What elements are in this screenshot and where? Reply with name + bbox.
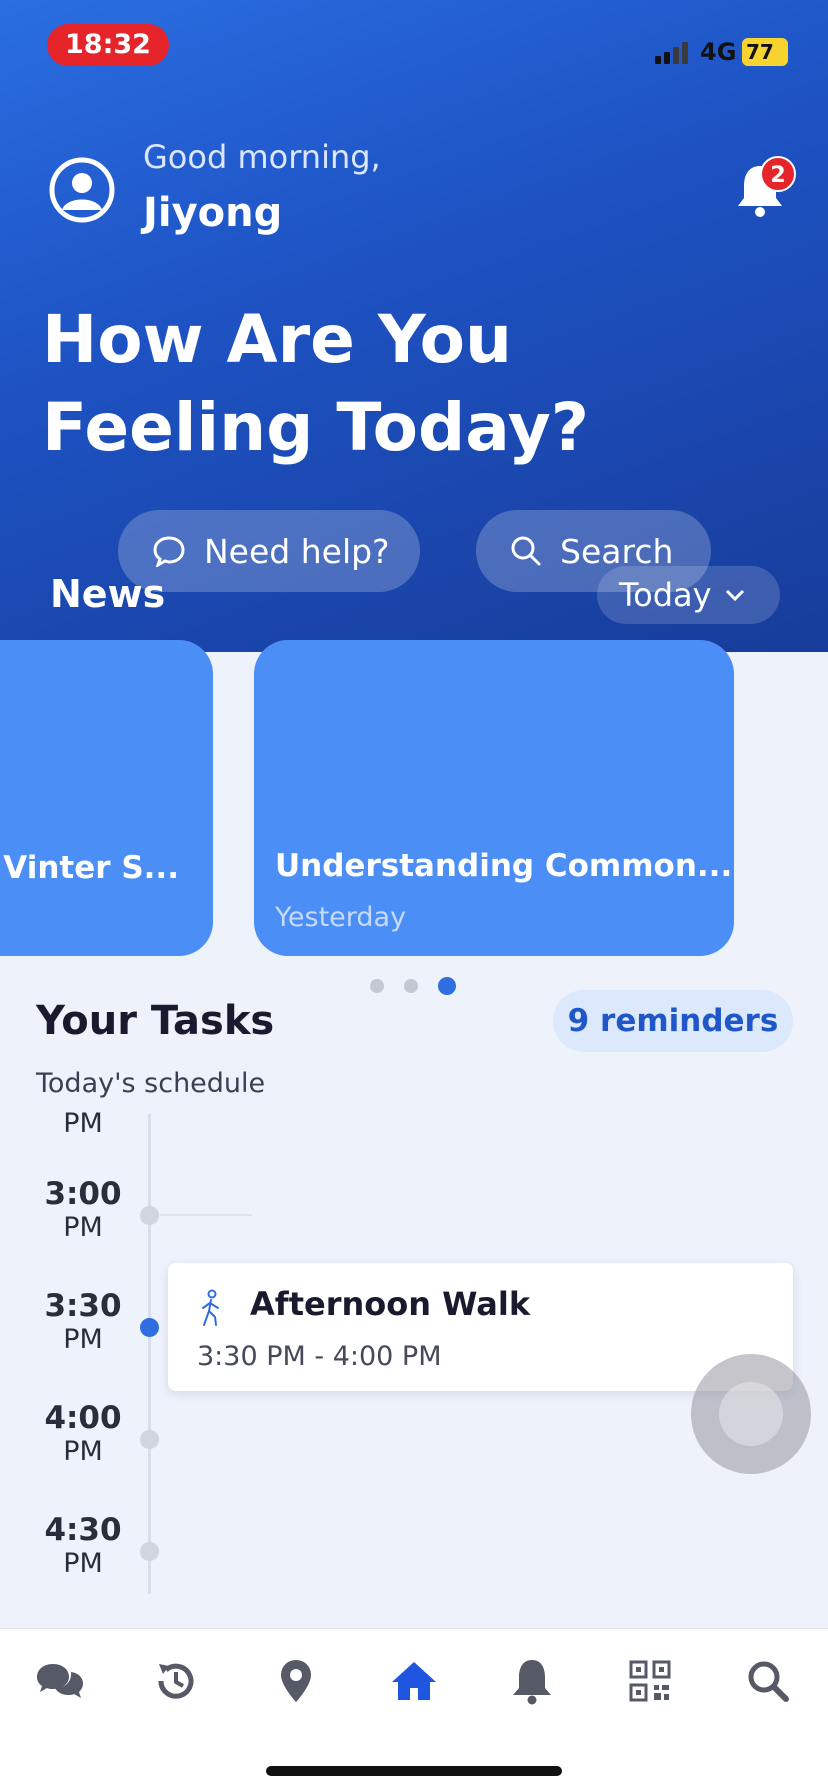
battery-level: 77 [746, 40, 774, 64]
time-hour: 4:00 [44, 1400, 122, 1436]
timeline-tick [160, 1214, 252, 1216]
pagination-dot[interactable] [370, 979, 384, 993]
news-card-title: Vinter S... [3, 850, 179, 886]
qr-code-icon [629, 1660, 671, 1702]
history-icon [158, 1663, 194, 1699]
greeting-text: Good morning, [143, 138, 381, 176]
time-period: PM [63, 1436, 103, 1467]
nav-search[interactable] [738, 1653, 798, 1709]
home-icon [392, 1662, 436, 1700]
news-card[interactable]: Understanding Common... Yesterday [254, 640, 734, 956]
notification-badge: 2 [760, 156, 796, 192]
timeline-dot [140, 1542, 159, 1561]
reminders-button[interactable]: 9 reminders [553, 990, 793, 1052]
pagination-dot-active[interactable] [438, 977, 456, 995]
timeline-dot-current [140, 1318, 159, 1337]
timeline-dot [140, 1206, 159, 1225]
nav-history[interactable] [146, 1653, 206, 1709]
news-filter-label: Today [619, 576, 712, 614]
status-bar: 18:32 4G 77 [0, 0, 828, 90]
time-period: PM [63, 1108, 103, 1139]
time-period: PM [63, 1548, 103, 1579]
time-hour: 3:30 [44, 1288, 122, 1324]
time-hour: 4:30 [44, 1512, 122, 1548]
home-indicator [266, 1766, 562, 1776]
news-card-date: Yesterday [275, 902, 407, 933]
page-title: How Are You Feeling Today? [42, 301, 590, 466]
timeline-dot [140, 1430, 159, 1449]
floating-button-core [719, 1382, 783, 1446]
time-hour: 3:00 [44, 1176, 122, 1212]
location-pin-icon [281, 1660, 311, 1702]
nav-qr-code[interactable] [620, 1653, 680, 1709]
nav-location[interactable] [266, 1653, 326, 1709]
chat-bubble-icon [153, 536, 185, 567]
tasks-section-title: Your Tasks [36, 998, 275, 1044]
need-help-label: Need help? [204, 531, 390, 571]
task-event-title: Afternoon Walk [250, 1285, 531, 1323]
network-type: 4G [700, 38, 737, 66]
news-card-title: Understanding Common... [275, 848, 733, 884]
search-icon [511, 536, 541, 566]
time-label: 4:30 PM [36, 1512, 130, 1579]
avatar-icon[interactable] [48, 156, 116, 224]
carousel-pagination [370, 976, 476, 996]
news-filter-dropdown[interactable]: Today [597, 566, 780, 624]
time-period: PM [63, 1324, 103, 1355]
pagination-dot[interactable] [404, 979, 418, 993]
news-card[interactable]: Vinter S... [0, 640, 213, 956]
bell-icon [513, 1660, 551, 1705]
floating-assistive-button[interactable] [691, 1354, 811, 1474]
header: 18:32 4G 77 Good morning, Jiyong 2 How A… [0, 0, 828, 652]
chat-bubbles-icon [37, 1664, 83, 1698]
chevron-down-icon [725, 589, 744, 602]
task-event-card[interactable]: Afternoon Walk 3:30 PM - 4:00 PM [168, 1263, 793, 1391]
nav-notifications[interactable] [502, 1653, 562, 1709]
time-label: 3:00 PM [36, 1176, 130, 1243]
time-label: 4:00 PM [36, 1400, 130, 1467]
nav-home[interactable] [384, 1653, 444, 1709]
status-time: 18:32 [47, 24, 169, 66]
timeline-line [148, 1114, 151, 1594]
search-label: Search [560, 531, 674, 571]
news-carousel[interactable]: Vinter S... Understanding Common... Yest… [0, 640, 828, 960]
user-name: Jiyong [143, 190, 283, 236]
time-period: PM [63, 1212, 103, 1243]
task-event-time: 3:30 PM - 4:00 PM [197, 1341, 442, 1372]
time-label: PM [36, 1108, 130, 1139]
schedule-subtitle: Today's schedule [36, 1068, 266, 1099]
nav-chat[interactable] [30, 1653, 90, 1709]
search-icon [748, 1661, 789, 1702]
time-label: 3:30 PM [36, 1288, 130, 1355]
signal-icon [655, 40, 695, 64]
news-section-title: News [50, 572, 166, 616]
battery-icon: 77 [742, 38, 788, 66]
walking-person-icon [202, 1289, 219, 1326]
